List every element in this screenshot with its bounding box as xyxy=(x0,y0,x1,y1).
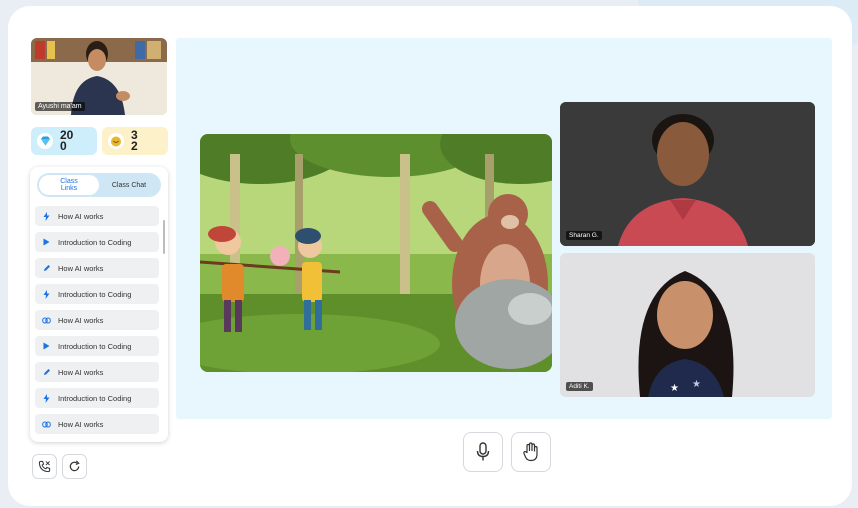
bolt-icon xyxy=(42,211,51,221)
class-link-label: How AI works xyxy=(58,367,104,377)
class-link-label: Introduction to Coding xyxy=(58,237,132,247)
class-link-item[interactable]: Introduction to Coding xyxy=(35,336,159,356)
gems-counter: 20 0 xyxy=(31,127,97,155)
refresh-button[interactable] xyxy=(62,454,87,479)
participant-image-aditi: ★ ★ xyxy=(560,253,815,397)
refresh-icon xyxy=(69,460,80,472)
play-icon xyxy=(42,238,51,246)
class-links-panel: Class Links Class Chat How AI works Introd… xyxy=(30,167,168,442)
tab-class-chat[interactable]: Class Chat xyxy=(99,175,159,195)
class-link-label: How AI works xyxy=(58,263,104,273)
microphone-button[interactable] xyxy=(463,432,503,472)
class-link-item[interactable]: Introduction to Coding xyxy=(35,388,159,408)
class-link-item[interactable]: Introduction to Coding xyxy=(35,232,159,252)
hand-icon xyxy=(523,442,538,462)
svg-text:★: ★ xyxy=(692,379,701,390)
participant-video-aditi: ★ ★ Aditi K. xyxy=(560,253,815,397)
teacher-video: Ayushi ma'am xyxy=(31,38,167,115)
class-link-item[interactable]: How AI works xyxy=(35,362,159,382)
class-link-label: Introduction to Coding xyxy=(58,341,132,351)
participant-video-sharan: Sharan G. xyxy=(560,102,815,246)
pencil-icon xyxy=(42,264,51,272)
shared-video[interactable] xyxy=(200,134,552,372)
phone-icon xyxy=(38,460,51,473)
class-link-item[interactable]: How AI works xyxy=(35,258,159,278)
class-link-label: Introduction to Coding xyxy=(58,289,132,299)
diamond-icon xyxy=(37,133,53,149)
gems-value: 20 0 xyxy=(60,128,74,153)
class-link-item[interactable]: How AI works xyxy=(35,310,159,330)
bolt-icon xyxy=(42,393,51,403)
teacher-name-label: Ayushi ma'am xyxy=(35,102,85,111)
class-link-label: How AI works xyxy=(58,419,104,429)
bolt-icon xyxy=(42,289,51,299)
pencil-icon xyxy=(42,368,51,376)
class-link-label: How AI works xyxy=(58,315,104,325)
microphone-icon xyxy=(476,442,490,461)
participant-name-label: Aditi K. xyxy=(566,382,593,391)
links-list: How AI works Introduction to Coding How AI… xyxy=(35,206,159,440)
cartoon-scene-image xyxy=(200,134,552,372)
coins-value: 32 xyxy=(131,128,138,153)
class-link-item[interactable]: Introduction to Coding xyxy=(35,284,159,304)
participant-image-sharan xyxy=(560,102,815,246)
class-link-item[interactable]: How AI works xyxy=(35,414,159,434)
panel-tabs: Class Links Class Chat xyxy=(37,173,161,197)
coins-counter: 32 xyxy=(102,127,168,155)
participant-name-label: Sharan G. xyxy=(566,231,602,240)
link-icon xyxy=(42,317,51,324)
coin-bag-icon xyxy=(108,133,124,149)
class-link-label: How AI works xyxy=(58,211,104,221)
play-icon xyxy=(42,342,51,350)
class-link-item[interactable]: How AI works xyxy=(35,206,159,226)
svg-text:★: ★ xyxy=(670,383,679,394)
raise-hand-button[interactable] xyxy=(511,432,551,472)
tab-class-links[interactable]: Class Links xyxy=(39,175,99,195)
link-icon xyxy=(42,421,51,428)
class-link-label: Introduction to Coding xyxy=(58,393,132,403)
scrollbar[interactable] xyxy=(163,220,165,254)
call-button[interactable] xyxy=(32,454,57,479)
